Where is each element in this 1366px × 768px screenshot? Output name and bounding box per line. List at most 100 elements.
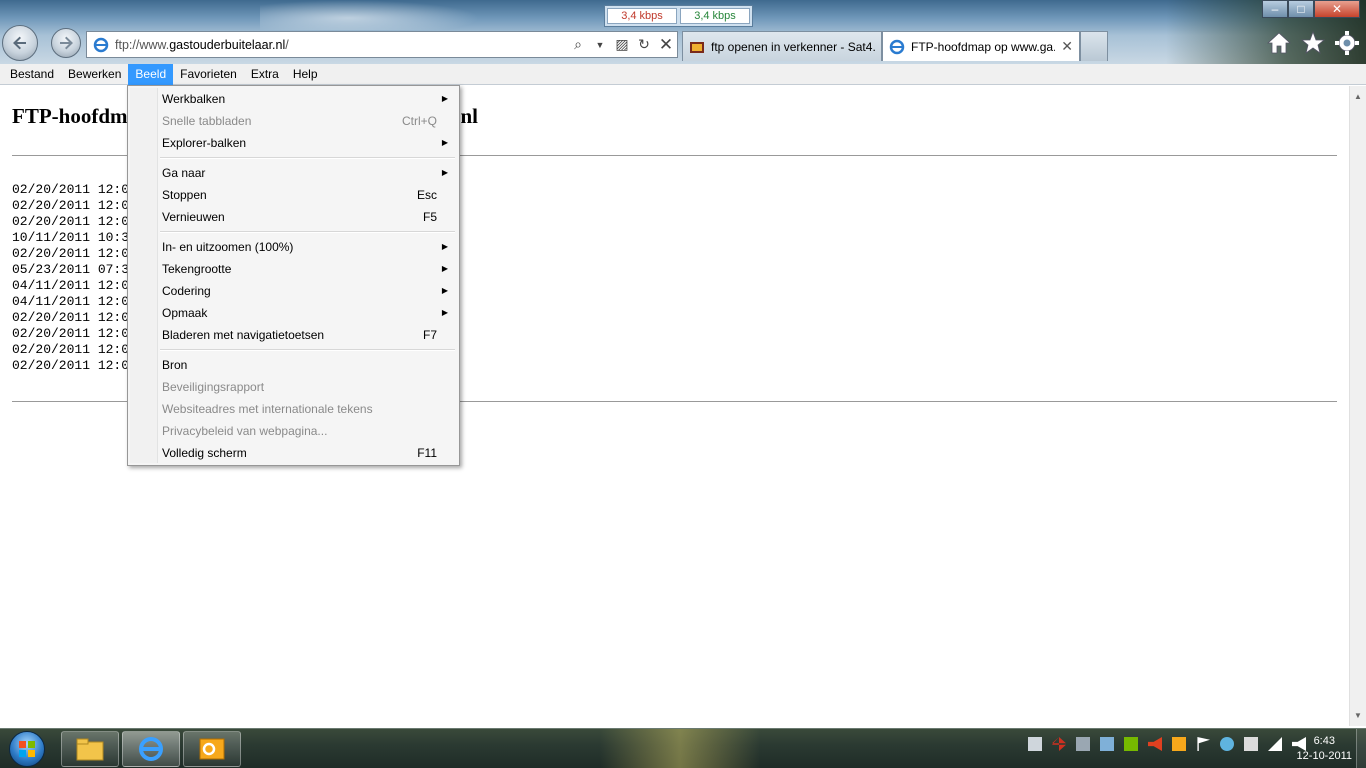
- clock[interactable]: 6:43 12-10-2011: [1297, 734, 1352, 764]
- list-item[interactable]: 04/11/2011 12:0: [12, 278, 129, 294]
- network-share-icon[interactable]: [1100, 737, 1114, 751]
- favorites-star-icon[interactable]: [1300, 30, 1326, 56]
- menu-favorieten[interactable]: Favorieten: [173, 64, 244, 85]
- ftp-listing: 02/20/2011 12:0 02/20/2011 12:0 02/20/20…: [12, 182, 129, 374]
- taskbar-ie[interactable]: [122, 731, 180, 767]
- maximize-button[interactable]: □: [1288, 0, 1314, 18]
- signal-bars-icon[interactable]: [1268, 737, 1282, 751]
- monitor-icon[interactable]: [1076, 737, 1090, 751]
- action-center-flag-icon[interactable]: [1197, 737, 1210, 751]
- speed-meter: 3,4 kbps 3,4 kbps: [604, 5, 753, 27]
- dropdown-icon[interactable]: ▼: [589, 34, 611, 56]
- updown-icon[interactable]: [1052, 737, 1066, 751]
- forward-arrow-icon: [60, 36, 73, 50]
- list-item[interactable]: 02/20/2011 12:0: [12, 326, 129, 342]
- ie-logo-icon: [139, 737, 163, 761]
- new-tab-button[interactable]: [1080, 31, 1108, 61]
- submenu-arrow-icon: ▶: [441, 94, 448, 103]
- address-bar[interactable]: ftp://www.gastouderbuitelaar.nl/ ⌕ ▼ ▨ ↻…: [86, 31, 678, 58]
- ie-logo-icon: [889, 39, 905, 54]
- menu-bestand[interactable]: Bestand: [3, 64, 61, 85]
- close-tab-icon[interactable]: ✕: [1061, 38, 1073, 55]
- menu-item-zoom[interactable]: In- en uitzoomen (100%) ▶: [130, 236, 457, 258]
- menu-item-codering[interactable]: Codering ▶: [130, 280, 457, 302]
- menu-bewerken[interactable]: Bewerken: [61, 64, 128, 85]
- browser-chrome: ftp://www.gastouderbuitelaar.nl/ ⌕ ▼ ▨ ↻…: [0, 0, 1366, 64]
- stop-icon[interactable]: ✕: [655, 34, 677, 56]
- list-item[interactable]: 02/20/2011 12:0: [12, 198, 129, 214]
- menu-item-bron[interactable]: Bron: [130, 354, 457, 376]
- show-desktop-button[interactable]: [1356, 729, 1366, 768]
- list-item[interactable]: 05/23/2011 07:3: [12, 262, 129, 278]
- download-speed: 3,4 kbps: [607, 8, 677, 24]
- start-button[interactable]: [4, 730, 50, 768]
- menu-item-tekengrootte[interactable]: Tekengrootte ▶: [130, 258, 457, 280]
- ie-logo-icon: [93, 37, 109, 52]
- forward-button[interactable]: [51, 28, 81, 58]
- gear-icon[interactable]: [1334, 30, 1360, 56]
- list-item[interactable]: 02/20/2011 12:0: [12, 246, 129, 262]
- outlook-tray-icon[interactable]: [1172, 737, 1186, 751]
- menu-item-opmaak[interactable]: Opmaak ▶: [130, 302, 457, 324]
- menu-item-werkbalken[interactable]: Werkbalken ▶: [130, 88, 457, 110]
- submenu-arrow-icon: ▶: [441, 138, 448, 147]
- upload-speed: 3,4 kbps: [680, 8, 750, 24]
- menu-item-stoppen[interactable]: Stoppen Esc: [130, 184, 457, 206]
- list-item[interactable]: 02/20/2011 12:0: [12, 342, 129, 358]
- taskbar: 6:43 12-10-2011: [0, 728, 1366, 768]
- menu-item-volledig-scherm[interactable]: Volledig scherm F11: [130, 442, 457, 464]
- speaker-alert-icon[interactable]: [1148, 737, 1162, 751]
- scroll-up-icon[interactable]: ▲: [1354, 92, 1362, 101]
- menu-extra[interactable]: Extra: [244, 64, 286, 85]
- list-item[interactable]: 10/11/2011 10:3: [12, 230, 129, 246]
- minimize-button[interactable]: –: [1262, 0, 1288, 18]
- menu-help[interactable]: Help: [286, 64, 325, 85]
- list-item[interactable]: 04/11/2011 12:0: [12, 294, 129, 310]
- system-tray: [1028, 737, 1306, 751]
- tab-title: FTP-hoofdmap op www.ga...: [911, 39, 1056, 54]
- window-controls: – □ ✕: [1262, 0, 1360, 18]
- outlook-icon: [199, 738, 225, 760]
- menu-item-beveiligingsrapport: Beveiligingsrapport: [162, 380, 265, 394]
- tab-sat4[interactable]: ftp openen in verkenner - Sat4...: [682, 31, 882, 61]
- menu-item-vernieuwen[interactable]: Vernieuwen F5: [130, 206, 457, 228]
- menu-item-bladeren[interactable]: Bladeren met navigatietoetsen F7: [130, 324, 457, 346]
- battery-icon[interactable]: [1244, 737, 1258, 751]
- menu-item-snelle-tabbladen: Snelle tabbladen Ctrl+Q: [162, 114, 437, 128]
- refresh-icon[interactable]: ↻: [633, 34, 655, 56]
- close-window-button[interactable]: ✕: [1314, 0, 1360, 18]
- menu-bar: Bestand Bewerken Beeld Favorieten Extra …: [0, 63, 1366, 85]
- taskbar-outlook[interactable]: [183, 731, 241, 767]
- address-url[interactable]: ftp://www.gastouderbuitelaar.nl/: [115, 38, 567, 52]
- keyboard-icon[interactable]: [1028, 737, 1042, 751]
- vertical-scrollbar[interactable]: ▲ ▼: [1349, 86, 1366, 726]
- back-arrow-icon: [13, 36, 26, 50]
- menu-item-privacybeleid: Privacybeleid van webpagina...: [162, 424, 328, 438]
- tab-ftp-hoofdmap[interactable]: FTP-hoofdmap op www.ga... ✕: [882, 31, 1080, 61]
- scroll-down-icon[interactable]: ▼: [1354, 711, 1362, 720]
- menu-item-ga-naar[interactable]: Ga naar ▶: [130, 162, 457, 184]
- home-icon[interactable]: [1266, 30, 1292, 56]
- list-item[interactable]: 02/20/2011 12:0: [12, 310, 129, 326]
- back-button[interactable]: [2, 25, 38, 61]
- submenu-arrow-icon: ▶: [441, 242, 448, 251]
- taskbar-explorer[interactable]: [61, 731, 119, 767]
- clock-date: 12-10-2011: [1296, 750, 1352, 762]
- submenu-arrow-icon: ▶: [441, 286, 448, 295]
- clock-time: 6:43: [1313, 735, 1335, 747]
- menu-separator: [160, 154, 457, 162]
- menu-beeld[interactable]: Beeld: [128, 63, 174, 85]
- menu-separator: [160, 346, 457, 354]
- search-icon[interactable]: ⌕: [567, 34, 589, 56]
- list-item[interactable]: 02/20/2011 12:0: [12, 358, 129, 374]
- compatibility-icon[interactable]: ▨: [611, 34, 633, 56]
- list-item[interactable]: 02/20/2011 12:0: [12, 182, 129, 198]
- tv-icon: [690, 41, 704, 53]
- submenu-arrow-icon: ▶: [441, 264, 448, 273]
- globe-icon[interactable]: [1220, 737, 1234, 751]
- menu-item-explorer-balken[interactable]: Explorer-balken ▶: [130, 132, 457, 154]
- list-item[interactable]: 02/20/2011 12:0: [12, 214, 129, 230]
- beeld-menu: Werkbalken ▶ Snelle tabbladen Ctrl+Q Exp…: [127, 85, 460, 466]
- nvidia-icon[interactable]: [1124, 737, 1138, 751]
- submenu-arrow-icon: ▶: [441, 308, 448, 317]
